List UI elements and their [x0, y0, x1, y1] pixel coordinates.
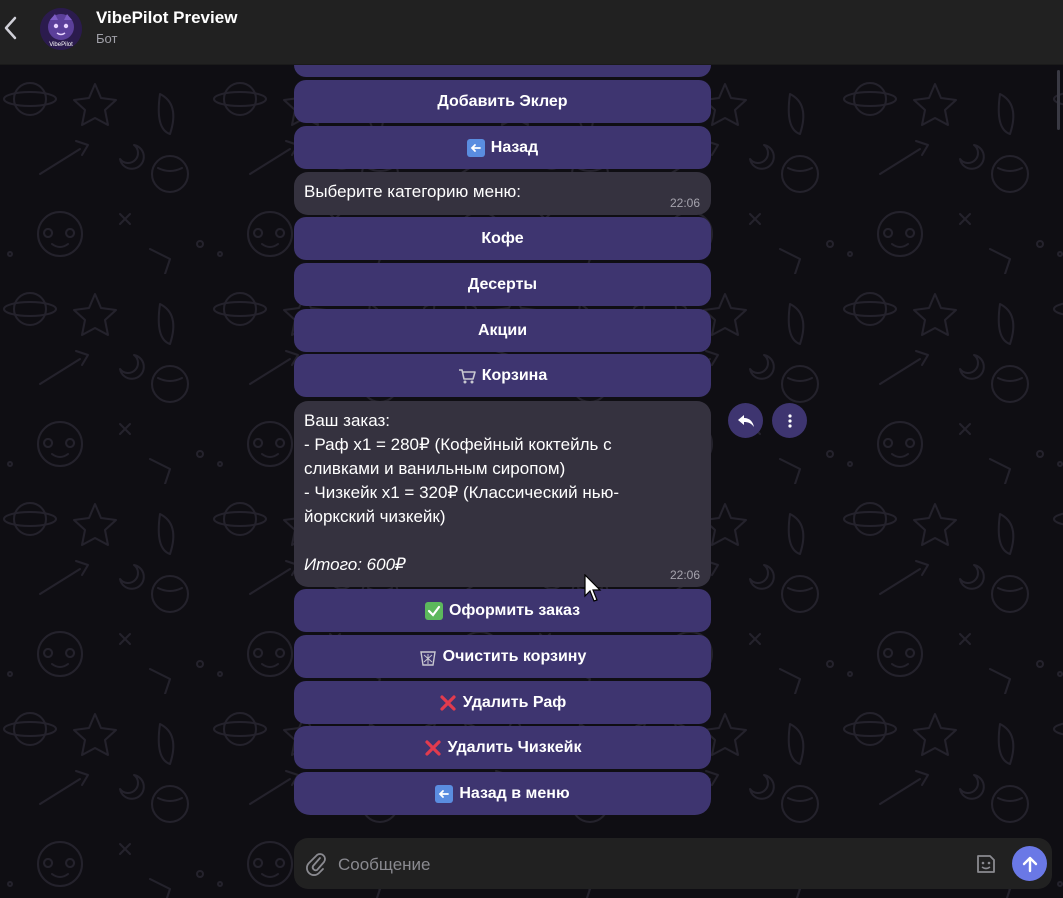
coffee-button[interactable]: Кофе [294, 217, 711, 260]
desserts-button[interactable]: Десерты [294, 263, 711, 306]
message-composer [294, 838, 1052, 889]
back-to-menu-button[interactable]: Назад в меню [294, 772, 711, 815]
chat-scrollbar[interactable] [1057, 70, 1060, 130]
order-line: йоркский чизкейк) [304, 507, 446, 526]
button-label: Удалить Раф [462, 694, 567, 711]
button-label: Акции [477, 322, 528, 339]
wastebasket-icon [419, 648, 437, 666]
chevron-left-icon [4, 16, 17, 40]
add-eclair-button[interactable]: Добавить Эклер [294, 80, 711, 123]
attach-button[interactable] [305, 851, 327, 877]
order-line: Ваш заказ: [304, 411, 390, 430]
button-label: Назад в меню [459, 785, 570, 802]
order-line: сливками и ванильным сиропом) [304, 459, 566, 478]
cross-mark-icon [439, 694, 457, 712]
menu-message-text: Выберите категорию меню: [304, 182, 521, 201]
more-vertical-icon [787, 413, 792, 428]
back-button[interactable] [0, 8, 24, 48]
cart-icon [458, 367, 476, 385]
button-label: Оформить заказ [448, 602, 581, 619]
remove-cheesecake-button[interactable]: Удалить Чизкейк [294, 726, 711, 769]
avatar-logo-text: VibePilot [49, 42, 73, 48]
button-label: Удалить Чизкейк [447, 739, 582, 756]
order-line: - Чизкейк x1 = 320₽ (Классический нью- [304, 483, 620, 502]
promotions-button[interactable]: Акции [294, 309, 711, 352]
mouse-cursor-icon [584, 574, 602, 602]
order-total: Итого: 600₽ [304, 555, 406, 574]
chat-title: VibePilot Preview [96, 8, 238, 27]
button-label: Десерты [467, 276, 538, 293]
order-message: Ваш заказ: - Раф x1 = 280₽ (Кофейный кок… [294, 401, 711, 587]
clear-cart-button[interactable]: Очистить корзину [294, 635, 711, 678]
paperclip-icon [306, 853, 326, 876]
send-button[interactable] [1012, 846, 1047, 881]
message-time: 22:06 [669, 568, 700, 582]
cross-mark-icon [424, 739, 442, 757]
bot-avatar[interactable]: VibePilot [40, 8, 82, 50]
remove-raf-button[interactable]: Удалить Раф [294, 681, 711, 724]
order-line: - Раф x1 = 280₽ (Кофейный коктейль с [304, 435, 612, 454]
sticker-smile-icon [977, 855, 995, 873]
checkout-button[interactable]: Оформить заказ [294, 589, 711, 632]
back-arrow-icon [466, 138, 485, 157]
chat-subtitle: Бот [96, 31, 118, 46]
chat-header: VibePilot VibePilot Preview Бот [0, 0, 1063, 65]
button-label: Назад [490, 139, 539, 156]
back-arrow-icon [435, 784, 454, 803]
message-input[interactable] [336, 848, 960, 882]
more-options-button[interactable] [772, 403, 807, 438]
arrow-up-icon [1022, 856, 1037, 872]
cart-button[interactable]: Корзина [294, 354, 711, 397]
tiger-logo-icon: VibePilot [40, 8, 82, 50]
button-label: Корзина [481, 367, 548, 384]
reply-icon [737, 414, 754, 427]
button-label: Кофе [481, 230, 524, 247]
button-label: Добавить Эклер [437, 93, 568, 110]
sticker-button[interactable] [974, 852, 998, 876]
reply-button[interactable] [728, 403, 763, 438]
order-line-blank [304, 529, 701, 553]
menu-message: Выберите категорию меню: 22:06 [294, 172, 711, 215]
check-mark-icon [424, 601, 443, 620]
message-time: 22:06 [669, 196, 700, 210]
back-button-inline[interactable]: Назад [294, 126, 711, 169]
button-label: Очистить корзину [442, 648, 587, 665]
